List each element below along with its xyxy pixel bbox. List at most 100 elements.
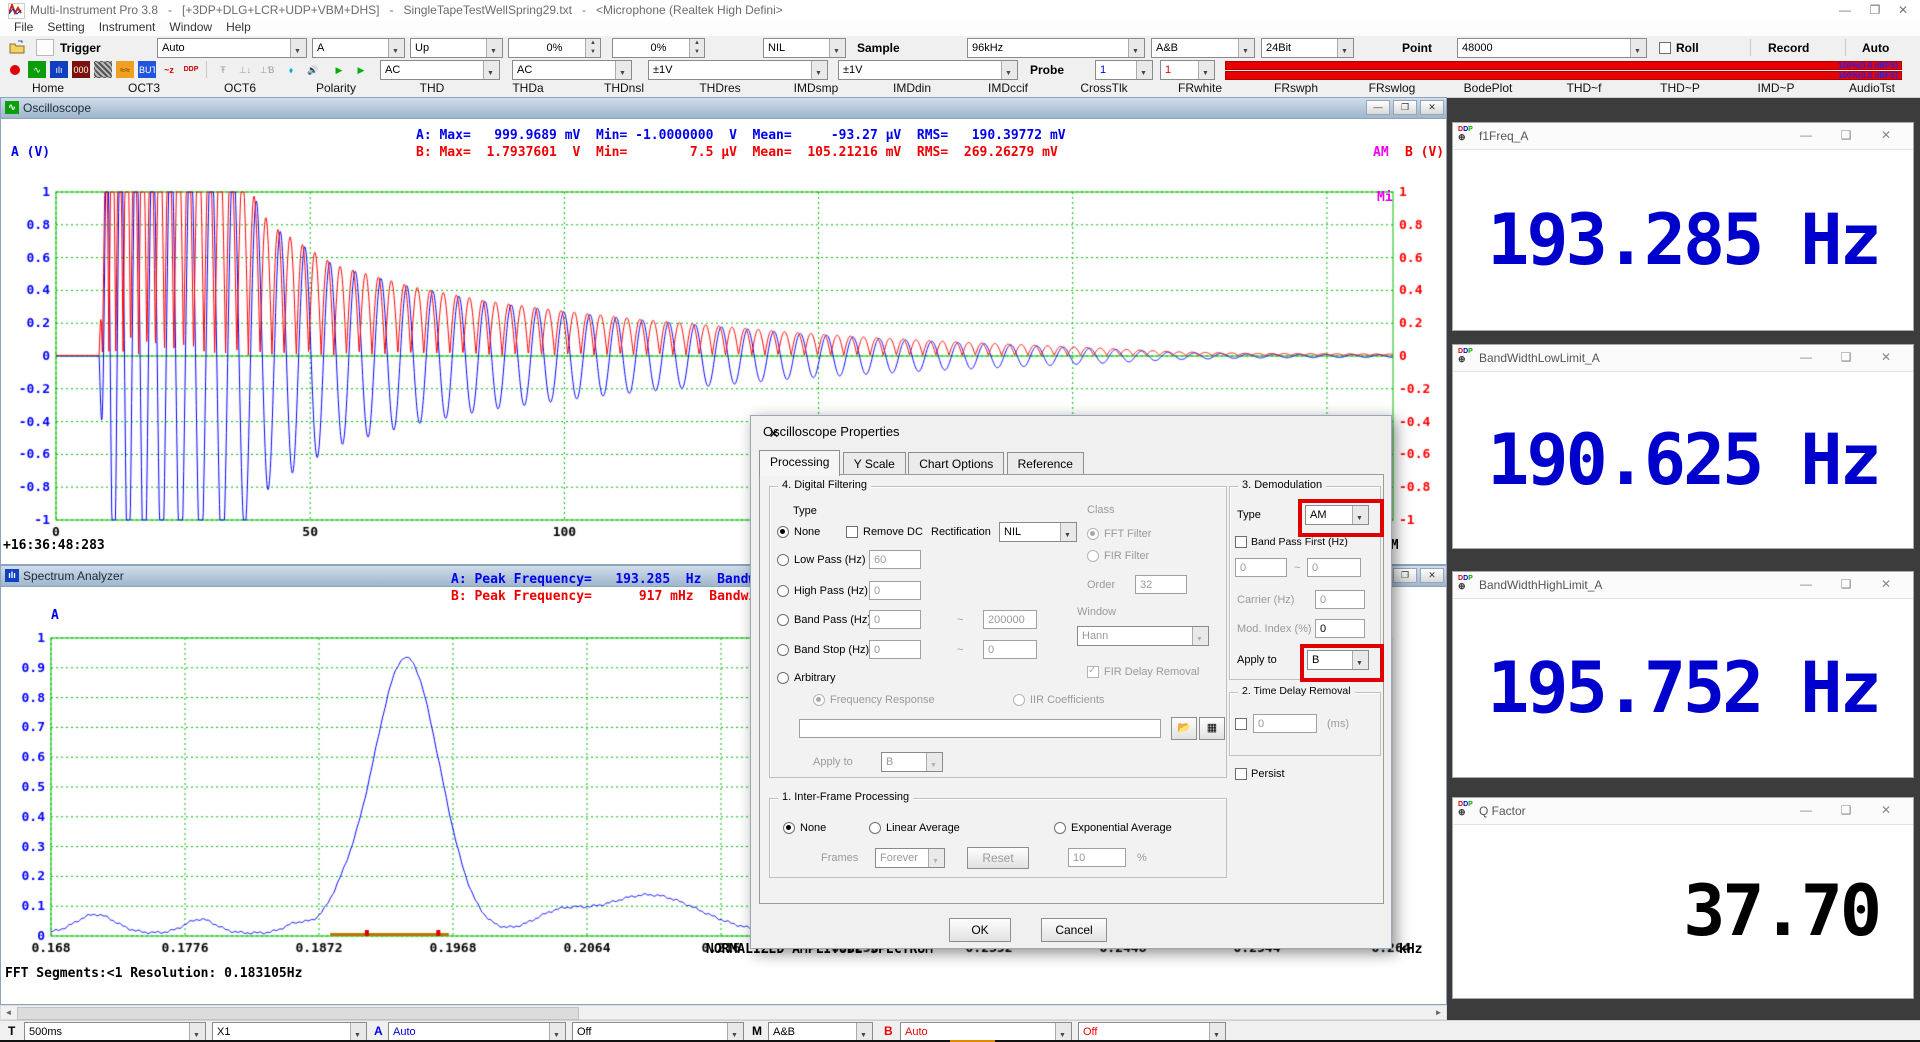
reset-button[interactable]: Reset xyxy=(967,847,1029,869)
iir-coefficients-radio[interactable] xyxy=(1013,694,1025,706)
close-icon[interactable]: ✕ xyxy=(1871,572,1901,597)
carrier-field[interactable] xyxy=(1315,590,1365,609)
spectrum-analyzer-icon[interactable]: ılı xyxy=(50,61,68,78)
device-test-plan-icon[interactable]: BUT xyxy=(138,61,156,78)
frequency-response-radio[interactable] xyxy=(813,694,825,706)
tab-bodeplot[interactable]: BodePlot xyxy=(1440,80,1536,96)
filter-none-radio[interactable] xyxy=(777,526,789,538)
tab-chart-options[interactable]: Chart Options xyxy=(908,452,1004,475)
persist-checkbox[interactable] xyxy=(1235,768,1247,780)
panel-setting-icon[interactable] xyxy=(36,39,54,56)
tab-imddin[interactable]: IMDdin xyxy=(864,80,960,96)
tab-thdnsl[interactable]: THDnsl xyxy=(576,80,672,96)
input-calibration-icon[interactable]: ⊥↓ xyxy=(236,61,254,78)
high-pass-field[interactable] xyxy=(869,581,921,600)
tab-thd[interactable]: THD xyxy=(384,80,480,96)
trigger-level-spinner[interactable]: 0%▲▼ xyxy=(508,38,601,58)
tab-y-scale[interactable]: Y Scale xyxy=(843,452,906,475)
b-function-dropdown[interactable]: Off xyxy=(1078,1022,1226,1042)
b-scale-dropdown[interactable]: Auto xyxy=(900,1022,1072,1042)
low-pass-field[interactable] xyxy=(869,550,921,569)
tab-frswph[interactable]: FRswph xyxy=(1248,80,1344,96)
order-field[interactable] xyxy=(1135,575,1187,594)
minimize-icon[interactable]: — xyxy=(1366,100,1390,115)
ok-button[interactable]: OK xyxy=(949,918,1011,942)
record-button[interactable]: Record xyxy=(1768,41,1809,55)
tab-frswlog[interactable]: FRswlog xyxy=(1344,80,1440,96)
record-stop-icon[interactable] xyxy=(6,61,24,78)
close-icon[interactable]: ✕ xyxy=(1871,798,1901,823)
derived-curve-icon[interactable]: ~z xyxy=(160,61,178,78)
multimeter-icon[interactable]: 000 xyxy=(72,61,90,78)
arbitrary-apply-dropdown[interactable]: B xyxy=(881,752,943,772)
tab-processing[interactable]: Processing xyxy=(759,450,840,476)
cancel-button[interactable]: Cancel xyxy=(1041,918,1107,942)
tab-oct3[interactable]: OCT3 xyxy=(96,80,192,96)
band-stop-high-field[interactable] xyxy=(983,640,1037,659)
maximize-icon[interactable]: ❑ xyxy=(1831,345,1861,370)
band-stop-radio[interactable] xyxy=(777,644,789,656)
maximize-icon[interactable]: ❐ xyxy=(1864,2,1886,18)
trigger-edge-dropdown[interactable]: Up xyxy=(410,38,503,58)
tab-crosstlk[interactable]: CrossTlk xyxy=(1056,80,1152,96)
output-device-icon[interactable]: 🔊 xyxy=(304,61,322,78)
menu-file[interactable]: File xyxy=(14,20,33,34)
band-pass-high-field[interactable] xyxy=(983,610,1037,629)
frames-dropdown[interactable]: Forever xyxy=(875,848,945,868)
minimize-icon[interactable]: — xyxy=(1791,345,1821,370)
close-icon[interactable]: ✕ xyxy=(1871,123,1901,148)
mod-index-field[interactable] xyxy=(1315,619,1365,638)
tab-frwhite[interactable]: FRwhite xyxy=(1152,80,1248,96)
minimize-icon[interactable]: — xyxy=(1791,798,1821,823)
band-pass-first-checkbox[interactable] xyxy=(1235,536,1247,548)
trigger-delay-spinner[interactable]: 0%▲▼ xyxy=(612,38,705,58)
tab-thdres[interactable]: THDres xyxy=(672,80,768,96)
tab-home[interactable]: Home xyxy=(0,80,96,96)
high-pass-radio[interactable] xyxy=(777,585,789,597)
band-stop-low-field[interactable] xyxy=(869,640,921,659)
tab-imd~p[interactable]: IMD~P xyxy=(1728,80,1824,96)
scrollbar-thumb[interactable] xyxy=(17,1007,579,1020)
tab-thda[interactable]: THDa xyxy=(480,80,576,96)
a-scale-dropdown[interactable]: Auto xyxy=(388,1022,566,1042)
trigger-frames-dropdown[interactable]: NIL xyxy=(763,38,846,58)
sampling-points-dropdown[interactable]: 48000 xyxy=(1457,38,1647,58)
scroll-left-icon[interactable]: ◄ xyxy=(1,1006,16,1019)
a-function-dropdown[interactable]: Off xyxy=(572,1022,744,1042)
output-calibration-icon[interactable]: ⊥Ɓ xyxy=(258,61,276,78)
tab-thd~p[interactable]: THD~P xyxy=(1632,80,1728,96)
open-file-icon[interactable] xyxy=(8,39,26,56)
spectrum-3d-plot-icon[interactable] xyxy=(94,61,112,78)
menu-window[interactable]: Window xyxy=(169,20,212,34)
exp-percent-field[interactable] xyxy=(1068,848,1126,867)
maximize-icon[interactable]: ❑ xyxy=(1831,798,1861,823)
horizontal-scrollbar[interactable]: ◄ ► xyxy=(0,1005,1447,1020)
trigger-source-dropdown[interactable]: A xyxy=(312,38,405,58)
sampling-rate-dropdown[interactable]: 96kHz xyxy=(967,38,1145,58)
restore-icon[interactable]: ❐ xyxy=(1393,568,1417,583)
tab-thd~f[interactable]: THD~f xyxy=(1536,80,1632,96)
fft-filter-radio[interactable] xyxy=(1087,528,1099,540)
tab-polarity[interactable]: Polarity xyxy=(288,80,384,96)
demod-bp-high-field[interactable] xyxy=(1307,558,1361,577)
meter-titlebar[interactable]: DDP⊕BandWidthHighLimit_A—❑✕ xyxy=(1453,572,1913,599)
meter-titlebar[interactable]: DDP⊕f1Freq_A—❑✕ xyxy=(1453,123,1913,150)
browse-file-button[interactable]: 📂 xyxy=(1171,717,1197,740)
demod-bp-low-field[interactable] xyxy=(1235,558,1287,577)
zoom-dropdown[interactable]: X1 xyxy=(212,1022,367,1042)
run-loop-icon[interactable]: ▶ xyxy=(352,61,370,78)
auto-button[interactable]: Auto xyxy=(1862,41,1889,55)
tab-audiotst[interactable]: AudioTst xyxy=(1824,80,1920,96)
tab-reference[interactable]: Reference xyxy=(1007,452,1084,475)
roll-checkbox[interactable] xyxy=(1659,42,1671,54)
remove-dc-checkbox[interactable] xyxy=(846,526,858,538)
run-icon[interactable]: ▶ xyxy=(330,61,348,78)
maximize-icon[interactable]: ❑ xyxy=(1831,123,1861,148)
probe-a-dropdown[interactable]: 1 xyxy=(1095,60,1153,80)
probe-calibration-icon[interactable]: Ŧ xyxy=(214,61,232,78)
minimize-icon[interactable]: — xyxy=(1791,572,1821,597)
trigger-mode-dropdown[interactable]: Auto xyxy=(157,38,307,58)
time-delay-checkbox[interactable] xyxy=(1235,718,1247,730)
menu-setting[interactable]: Setting xyxy=(47,20,84,34)
sampling-channels-dropdown[interactable]: A&B xyxy=(1151,38,1255,58)
